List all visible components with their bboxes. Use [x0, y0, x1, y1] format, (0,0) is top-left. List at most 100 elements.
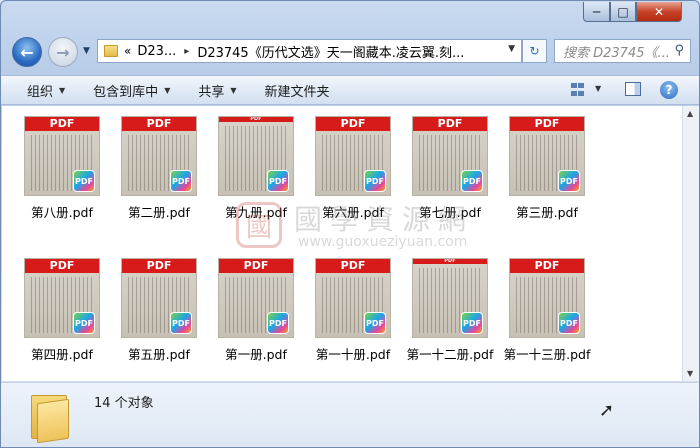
pdf-band: PDF [25, 117, 99, 131]
organize-menu[interactable]: 组织 ▼ [13, 76, 79, 104]
pdf-thumbnail: PDF PDF [121, 116, 197, 196]
scroll-down-icon[interactable]: ▼ [687, 369, 693, 378]
pdf-thumbnail: PDF PDF [24, 258, 100, 338]
pdf-badge-icon: PDF [364, 312, 386, 334]
file-item[interactable]: PDF PDF 第三册.pdf [499, 116, 595, 221]
folder-icon [104, 45, 118, 57]
pdf-band: PDF [510, 117, 584, 131]
maximize-button[interactable]: □ [610, 2, 636, 22]
pdf-band: PDF [510, 259, 584, 273]
file-name: 第一十三册.pdf [503, 347, 591, 362]
pdf-band: PDF [25, 259, 99, 273]
pdf-badge-icon: PDF [267, 170, 289, 192]
address-bar[interactable]: « D23... ▸ D23745《历代文选》天一阁藏本.凌云翼.刻... ▼ [97, 39, 522, 63]
breadcrumb-separator-icon[interactable]: ▸ [184, 46, 189, 57]
back-arrow-icon: ← [20, 42, 34, 62]
file-list: PDF PDF 第八册.pdf PDF PDF 第二册.pdf PDF PDF 第九册… [2, 106, 682, 381]
new-folder-button[interactable]: 新建文件夹 [251, 76, 344, 104]
file-name: 第二册.pdf [128, 205, 190, 220]
file-name: 第四册.pdf [31, 347, 93, 362]
pdf-badge-icon: PDF [558, 312, 580, 334]
pdf-thumbnail: PDF PDF [218, 258, 294, 338]
pdf-badge-icon: PDF [170, 170, 192, 192]
file-name: 第一册.pdf [225, 347, 287, 362]
pdf-badge-icon: PDF [267, 312, 289, 334]
explorer-window: ─ □ ✕ ← → ▼ « D23... ▸ D23745《历代文选》天一阁藏本… [0, 0, 700, 448]
file-item[interactable]: PDF PDF 第四册.pdf [14, 258, 110, 363]
pdf-band: PDF [413, 259, 487, 264]
item-count: 14 个对象 [94, 396, 154, 411]
breadcrumb-item-parent[interactable]: D23... [137, 44, 176, 59]
pdf-thumbnail: PDF PDF [24, 116, 100, 196]
address-dropdown-icon[interactable]: ▼ [508, 44, 515, 54]
pdf-band: PDF [122, 259, 196, 273]
file-item[interactable]: PDF PDF 第九册.pdf [208, 116, 304, 221]
file-name: 第七册.pdf [419, 205, 481, 220]
search-placeholder: 搜索 D23745《... [563, 45, 670, 61]
file-name: 第九册.pdf [225, 205, 287, 220]
file-item[interactable]: PDF PDF 第一十册.pdf [305, 258, 401, 363]
view-dropdown-icon[interactable]: ▼ [595, 84, 601, 93]
chevron-down-icon: ▼ [59, 85, 66, 95]
search-icon[interactable]: ⚲ [674, 43, 684, 58]
help-button[interactable]: ? [660, 81, 678, 99]
pdf-band: PDF [219, 259, 293, 273]
file-item[interactable]: PDF PDF 第七册.pdf [402, 116, 498, 221]
view-options-icon[interactable] [568, 80, 590, 100]
recent-pages-dropdown[interactable]: ▼ [83, 46, 90, 56]
organize-label: 组织 [27, 84, 54, 100]
file-item[interactable]: PDF PDF 第一十三册.pdf [499, 258, 595, 363]
breadcrumb-item-current[interactable]: D23745《历代文选》天一阁藏本.凌云翼.刻... [197, 42, 464, 61]
pdf-badge-icon: PDF [73, 312, 95, 334]
pdf-band: PDF [219, 117, 293, 122]
file-name: 第一十二册.pdf [406, 347, 494, 362]
pdf-thumbnail: PDF PDF [218, 116, 294, 196]
pdf-badge-icon: PDF [364, 170, 386, 192]
file-name: 第一十册.pdf [315, 347, 391, 362]
pdf-thumbnail: PDF PDF [412, 116, 488, 196]
pdf-band: PDF [122, 117, 196, 131]
search-input[interactable]: 搜索 D23745《... ⚲ [554, 39, 691, 63]
minimize-button[interactable]: ─ [583, 2, 610, 22]
share-menu[interactable]: 共享 ▼ [184, 76, 250, 104]
file-item[interactable]: PDF PDF 第五册.pdf [111, 258, 207, 363]
forward-arrow-icon: → [56, 42, 70, 62]
file-item[interactable]: PDF PDF 第八册.pdf [14, 116, 110, 221]
share-label: 共享 [198, 84, 225, 100]
refresh-icon: ↻ [529, 44, 540, 58]
vertical-scrollbar[interactable]: ▲ ▼ [682, 106, 699, 381]
pdf-band: PDF [316, 259, 390, 273]
mouse-cursor-icon: ➚ [599, 400, 615, 421]
file-item[interactable]: PDF PDF 第六册.pdf [305, 116, 401, 221]
chevron-down-icon: ▼ [164, 85, 171, 95]
preview-pane-icon[interactable] [625, 82, 641, 96]
pdf-badge-icon: PDF [461, 170, 483, 192]
pdf-band: PDF [316, 117, 390, 131]
breadcrumb-overflow[interactable]: « [124, 44, 131, 58]
refresh-button[interactable]: ↻ [522, 39, 547, 63]
file-name: 第三册.pdf [516, 205, 578, 220]
scroll-up-icon[interactable]: ▲ [687, 109, 693, 118]
file-name: 第五册.pdf [128, 347, 190, 362]
command-bar: 组织 ▼ 包含到库中 ▼ 共享 ▼ 新建文件夹 ▼ ? [1, 75, 699, 105]
chevron-down-icon: ▼ [230, 85, 237, 95]
pdf-badge-icon: PDF [73, 170, 95, 192]
include-in-library-label: 包含到库中 [93, 84, 159, 100]
pdf-thumbnail: PDF PDF [121, 258, 197, 338]
details-pane: 14 个对象 [1, 382, 699, 447]
pdf-badge-icon: PDF [170, 312, 192, 334]
new-folder-label: 新建文件夹 [264, 84, 330, 100]
include-in-library-menu[interactable]: 包含到库中 ▼ [79, 76, 184, 104]
close-button[interactable]: ✕ [636, 2, 682, 22]
file-name: 第八册.pdf [31, 205, 93, 220]
file-item[interactable]: PDF PDF 第一十二册.pdf [402, 258, 498, 363]
pdf-thumbnail: PDF PDF [509, 116, 585, 196]
file-item[interactable]: PDF PDF 第一册.pdf [208, 258, 304, 363]
folder-icon [31, 391, 71, 444]
pdf-thumbnail: PDF PDF [412, 258, 488, 338]
pdf-thumbnail: PDF PDF [315, 258, 391, 338]
back-button[interactable]: ← [12, 37, 42, 67]
pdf-thumbnail: PDF PDF [509, 258, 585, 338]
forward-button[interactable]: → [48, 37, 78, 67]
file-item[interactable]: PDF PDF 第二册.pdf [111, 116, 207, 221]
